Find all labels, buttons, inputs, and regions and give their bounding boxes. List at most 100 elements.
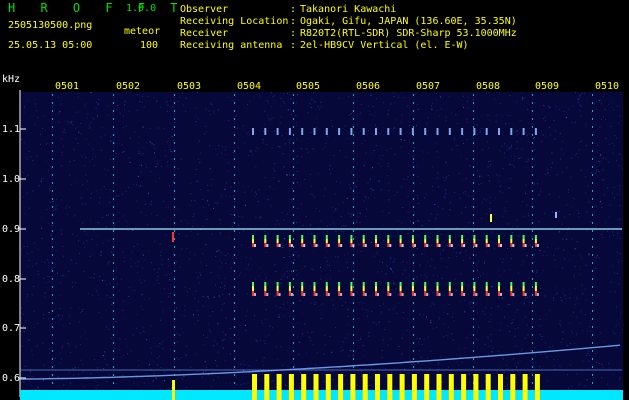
echo-lower [522, 291, 525, 296]
noise-speck [499, 329, 501, 331]
noise-speck [499, 258, 501, 260]
time-gridline [473, 182, 474, 184]
noise-speck [217, 376, 219, 378]
time-gridline [174, 366, 175, 368]
noise-speck [311, 194, 313, 195]
noise-speck [612, 192, 613, 194]
noise-speck [617, 122, 619, 124]
noise-speck [72, 286, 73, 288]
noise-speck [532, 372, 534, 374]
noise-speck [146, 166, 147, 168]
noise-speck [286, 174, 288, 176]
noise-speck [614, 333, 616, 335]
noise-speck [527, 169, 529, 171]
noise-speck [363, 363, 364, 365]
noise-speck [418, 350, 420, 352]
noise-speck [76, 235, 78, 237]
noise-speck [346, 197, 348, 199]
time-gridline [174, 134, 175, 136]
noise-speck [119, 338, 121, 340]
echo-lower [436, 291, 439, 296]
noise-speck [512, 164, 514, 166]
noise-speck [591, 336, 593, 338]
noise-speck [179, 370, 181, 372]
noise-speck [252, 153, 254, 155]
time-gridline [532, 166, 533, 168]
noise-speck [122, 300, 124, 302]
noise-speck [441, 258, 442, 260]
noise-speck [388, 199, 390, 201]
time-gridline [413, 342, 414, 344]
noise-speck [412, 265, 414, 266]
echo-upper [498, 128, 500, 135]
noise-speck [471, 205, 473, 207]
time-gridline [532, 222, 533, 224]
time-gridline [234, 142, 235, 144]
noise-speck [327, 264, 329, 266]
noise-speck [617, 167, 619, 169]
noise-speck [489, 202, 491, 204]
noise-speck [122, 215, 124, 217]
noise-speck [393, 128, 395, 129]
time-gridline [52, 174, 53, 176]
noise-speck [49, 330, 51, 332]
noise-speck [52, 267, 54, 269]
noise-speck [41, 178, 43, 180]
noise-speck [599, 153, 601, 155]
noise-speck [590, 194, 592, 196]
noise-speck [28, 207, 30, 209]
time-gridline [113, 374, 114, 376]
time-gridline [473, 174, 474, 176]
noise-speck [136, 184, 138, 186]
echo-mid [288, 235, 291, 239]
echo-mid [290, 244, 293, 247]
noise-speck [362, 344, 364, 346]
noise-speck [347, 309, 349, 311]
time-gridline [52, 302, 53, 304]
noise-speck [478, 221, 480, 223]
echo-mid [461, 243, 464, 247]
noise-speck [402, 317, 404, 319]
noise-speck [87, 293, 89, 294]
noise-speck [485, 199, 487, 201]
noise-speck [190, 366, 191, 368]
noise-speck [503, 316, 505, 318]
noise-speck [290, 261, 292, 263]
time-gridline [293, 110, 294, 112]
noise-speck [245, 268, 247, 270]
noise-speck [165, 155, 167, 157]
noise-speck [522, 98, 524, 100]
noise-speck [530, 328, 532, 330]
y-unit-label: kHz [2, 74, 20, 85]
noise-speck [332, 305, 334, 306]
noise-speck [514, 335, 516, 337]
noise-speck [335, 231, 337, 232]
time-gridline [353, 174, 354, 176]
noise-speck [288, 250, 290, 252]
noise-speck [162, 311, 164, 313]
noise-speck [103, 368, 105, 369]
noise-speck [263, 124, 265, 126]
isolated-echo [172, 232, 174, 242]
noise-speck [157, 275, 159, 277]
echo-lower [473, 282, 476, 286]
echo-lower [325, 286, 328, 291]
noise-speck [481, 217, 483, 219]
noise-speck [500, 284, 502, 286]
noise-speck [30, 156, 32, 158]
noise-speck [565, 117, 567, 119]
noise-speck [255, 191, 257, 193]
echo-mid [276, 239, 279, 243]
noise-speck [222, 347, 224, 349]
noise-speck [36, 155, 38, 157]
noise-speck [55, 208, 57, 210]
noise-speck [558, 210, 560, 212]
noise-speck [427, 261, 429, 263]
time-gridline [353, 94, 354, 96]
noise-speck [104, 168, 106, 170]
noise-speck [353, 289, 355, 290]
echo-lower [534, 282, 537, 286]
noise-speck [490, 211, 492, 213]
noise-speck [509, 115, 511, 117]
noise-speck [433, 234, 435, 236]
